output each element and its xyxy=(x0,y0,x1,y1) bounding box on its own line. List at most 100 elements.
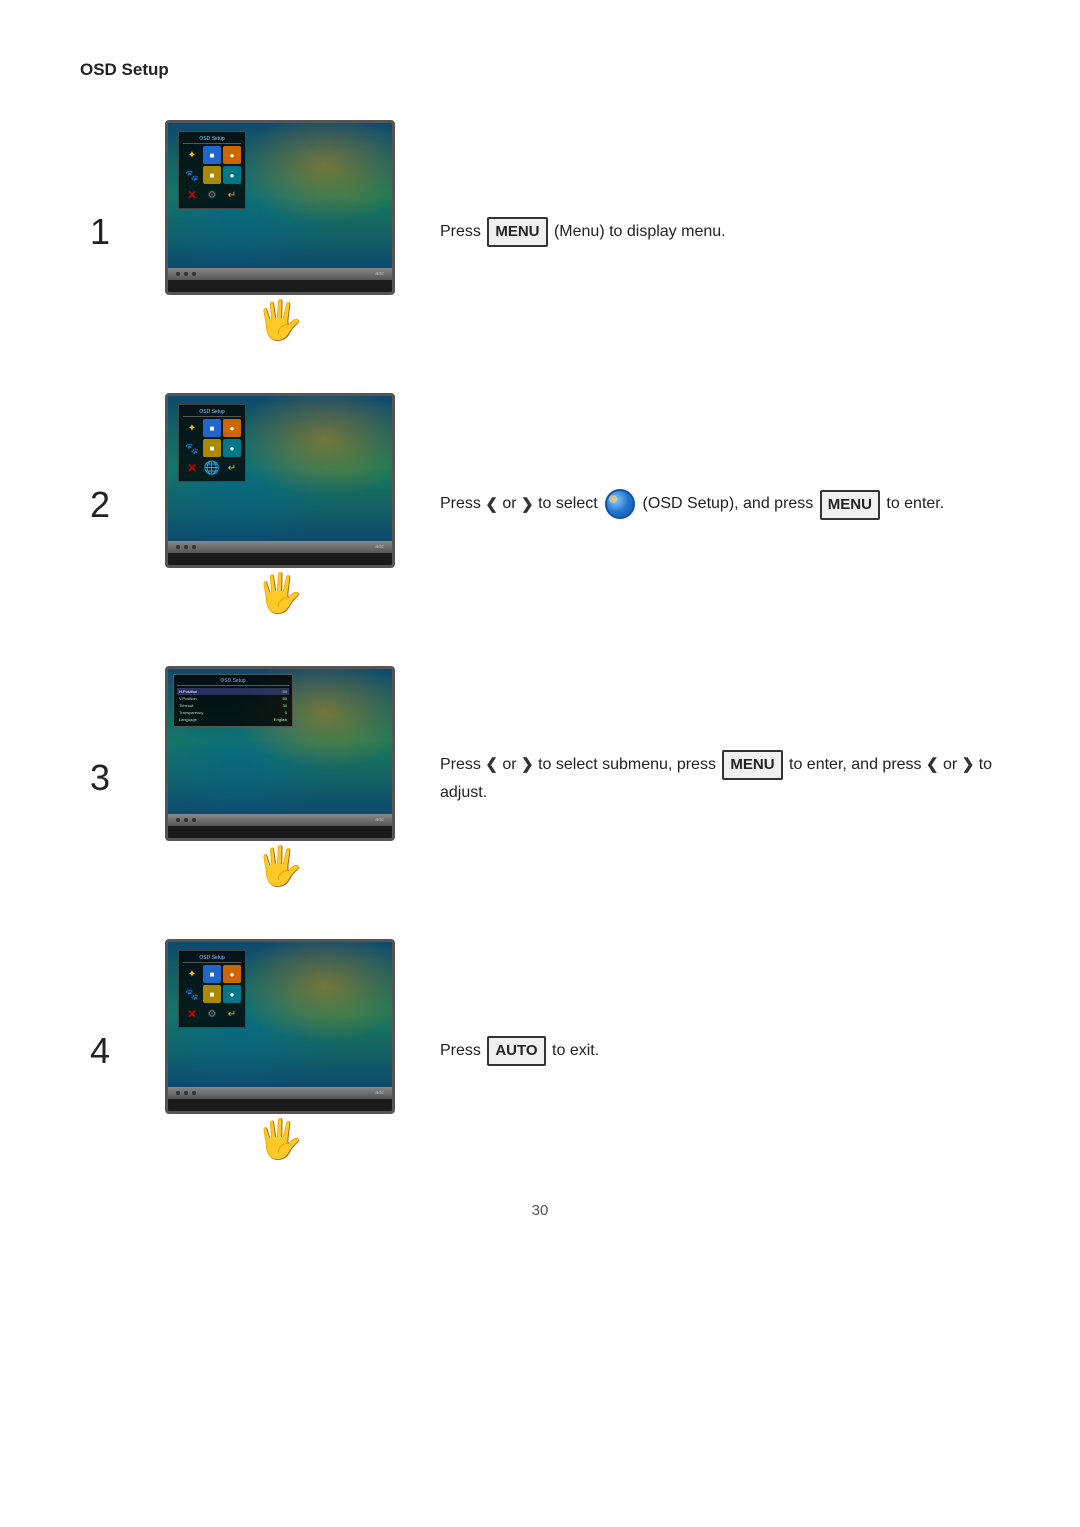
monitor-base-3: aoc xyxy=(168,814,392,826)
step-2-row: 2 OSD Setup ✦ ■ ● 🐾 ■ ● xyxy=(80,393,1000,616)
osd-menu-item-language: Language English xyxy=(177,716,289,723)
menu-key-2: MENU xyxy=(820,490,880,520)
dot xyxy=(192,545,196,549)
dot xyxy=(176,272,180,276)
osd-icon-paw-2: 🐾 xyxy=(183,439,201,457)
dot xyxy=(192,272,196,276)
screen-2: OSD Setup ✦ ■ ● 🐾 ■ ● ✕ 🌐 ↵ xyxy=(168,396,392,541)
step-4-description: Press AUTO to exit. xyxy=(440,1036,1000,1066)
page-number: 30 xyxy=(80,1202,1000,1219)
chevron-left-3b: ❮ xyxy=(926,753,939,777)
step-3-number: 3 xyxy=(80,757,120,799)
step-1-image: OSD Setup ✦ ■ ● 🐾 ■ ● ✕ ⚙ ↵ xyxy=(160,120,400,343)
aoc-logo-3: aoc xyxy=(375,817,384,823)
monitor-1: OSD Setup ✦ ■ ● 🐾 ■ ● ✕ ⚙ ↵ xyxy=(165,120,395,295)
chevron-left-3a: ❮ xyxy=(485,753,498,777)
osd-icon-star-2: ✦ xyxy=(183,419,201,437)
base-dots-3 xyxy=(176,818,196,822)
osd-items-1: ✦ ■ ● 🐾 ■ ● ✕ ⚙ ↵ xyxy=(183,146,241,204)
osd-icon-yellow-4: ■ xyxy=(203,985,221,1003)
osd-icon-paw: 🐾 xyxy=(183,166,201,184)
osd-menu-item-vposition: V.Position 50 xyxy=(177,695,289,702)
base-dots-1 xyxy=(176,272,196,276)
osd-icon-yellow-2: ■ xyxy=(203,439,221,457)
step-2-description: Press ❮ or ❯ to select (OSD Setup), and … xyxy=(440,489,1000,519)
step-4-image: OSD Setup ✦ ■ ● 🐾 ■ ● ✕ ⚙ ↵ xyxy=(160,939,400,1162)
hand-icon-3: 🖐 xyxy=(256,845,303,889)
dot xyxy=(176,818,180,822)
step-1-row: 1 OSD Setup ✦ ■ ● 🐾 ■ ● xyxy=(80,120,1000,343)
osd-menu-4: OSD Setup ✦ ■ ● 🐾 ■ ● ✕ ⚙ ↵ xyxy=(178,950,246,1028)
osd-title-3: OSD Setup xyxy=(177,678,289,686)
aoc-logo-4: aoc xyxy=(375,1090,384,1096)
hand-icon-1: 🖐 xyxy=(256,299,303,343)
osd-icon-gear: ⚙ xyxy=(203,186,221,204)
osd-menu-item-transp: Transparency 0 xyxy=(177,709,289,716)
step-1-description: Press MENU (Menu) to display menu. xyxy=(440,217,1000,247)
screen-3: OSD Setup H.Position 50 V.Position 50 Ti… xyxy=(168,669,392,814)
dot xyxy=(176,1091,180,1095)
osd-icon-arrow-2: ↵ xyxy=(223,459,241,477)
dot xyxy=(184,818,188,822)
osd-icon-orange: ● xyxy=(223,146,241,164)
chevron-right-3a: ❯ xyxy=(521,753,534,777)
monitor-3: OSD Setup H.Position 50 V.Position 50 Ti… xyxy=(165,666,395,841)
dot xyxy=(192,818,196,822)
aoc-logo-1: aoc xyxy=(375,271,384,277)
osd-icon-blue-2: ■ xyxy=(203,419,221,437)
osd-icon-star: ✦ xyxy=(183,146,201,164)
osd-title-1: OSD Setup xyxy=(183,136,241,144)
osd-menu-item-position: H.Position 50 xyxy=(177,688,289,695)
chevron-right-2: ❯ xyxy=(521,493,534,517)
osd-icon-arrow-4: ↵ xyxy=(223,1005,241,1023)
step-2-number: 2 xyxy=(80,484,120,526)
monitor-base-1: aoc xyxy=(168,268,392,280)
screen-4: OSD Setup ✦ ■ ● 🐾 ■ ● ✕ ⚙ ↵ xyxy=(168,942,392,1087)
osd-icon-x-4: ✕ xyxy=(183,1005,201,1023)
page-title: OSD Setup xyxy=(80,60,1000,80)
osd-menu-1: OSD Setup ✦ ■ ● 🐾 ■ ● ✕ ⚙ ↵ xyxy=(178,131,246,209)
osd-icon-teal-2: ● xyxy=(223,439,241,457)
globe-icon xyxy=(605,489,635,519)
osd-icon-x-2: ✕ xyxy=(183,459,201,477)
monitor-4: OSD Setup ✦ ■ ● 🐾 ■ ● ✕ ⚙ ↵ xyxy=(165,939,395,1114)
osd-menu-2: OSD Setup ✦ ■ ● 🐾 ■ ● ✕ 🌐 ↵ xyxy=(178,404,246,482)
osd-icon-orange-2: ● xyxy=(223,419,241,437)
osd-title-4: OSD Setup xyxy=(183,955,241,963)
menu-key-1: MENU xyxy=(487,217,547,247)
osd-icon-teal: ● xyxy=(223,166,241,184)
osd-icon-yellow: ■ xyxy=(203,166,221,184)
osd-icon-star-4: ✦ xyxy=(183,965,201,983)
osd-icon-blue-4: ■ xyxy=(203,965,221,983)
osd-icon-arrow: ↵ xyxy=(223,186,241,204)
osd-menu-item-timeout: Timeout 30 xyxy=(177,702,289,709)
dot xyxy=(176,545,180,549)
osd-title-2: OSD Setup xyxy=(183,409,241,417)
hand-icon-2: 🖐 xyxy=(256,572,303,616)
osd-icon-paw-4: 🐾 xyxy=(183,985,201,1003)
step-4-row: 4 OSD Setup ✦ ■ ● 🐾 ■ ● xyxy=(80,939,1000,1162)
osd-items-2: ✦ ■ ● 🐾 ■ ● ✕ 🌐 ↵ xyxy=(183,419,241,477)
step-2-image: OSD Setup ✦ ■ ● 🐾 ■ ● ✕ 🌐 ↵ xyxy=(160,393,400,616)
chevron-right-3b: ❯ xyxy=(962,753,975,777)
step-4-number: 4 xyxy=(80,1030,120,1072)
aoc-logo-2: aoc xyxy=(375,544,384,550)
dot xyxy=(184,272,188,276)
monitor-base-2: aoc xyxy=(168,541,392,553)
osd-icon-orange-4: ● xyxy=(223,965,241,983)
menu-key-3: MENU xyxy=(722,750,782,780)
osd-items-4: ✦ ■ ● 🐾 ■ ● ✕ ⚙ ↵ xyxy=(183,965,241,1023)
osd-icon-x: ✕ xyxy=(183,186,201,204)
osd-icon-teal-4: ● xyxy=(223,985,241,1003)
step-1-number: 1 xyxy=(80,211,120,253)
base-dots-4 xyxy=(176,1091,196,1095)
auto-key: AUTO xyxy=(487,1036,545,1066)
osd-icon-gear-2: 🌐 xyxy=(203,459,221,477)
osd-menu-3: OSD Setup H.Position 50 V.Position 50 Ti… xyxy=(173,674,293,727)
step-3-row: 3 OSD Setup H.Position 50 V.Position xyxy=(80,666,1000,889)
step-3-image: OSD Setup H.Position 50 V.Position 50 Ti… xyxy=(160,666,400,889)
osd-icon-blue: ■ xyxy=(203,146,221,164)
hand-icon-4: 🖐 xyxy=(256,1118,303,1162)
dot xyxy=(184,545,188,549)
screen-1: OSD Setup ✦ ■ ● 🐾 ■ ● ✕ ⚙ ↵ xyxy=(168,123,392,268)
